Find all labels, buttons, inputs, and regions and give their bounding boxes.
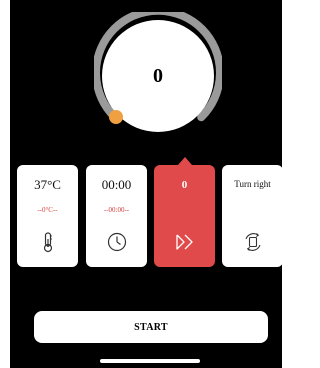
temperature-sub: --0°C-- xyxy=(37,206,58,214)
start-button[interactable]: START xyxy=(34,311,268,343)
speed-value: 0 xyxy=(181,179,188,191)
direction-card[interactable]: Turn right xyxy=(222,165,282,267)
time-card[interactable]: 00:00 --00:00-- xyxy=(86,165,147,267)
thermometer-icon xyxy=(36,230,60,254)
speed-card[interactable]: 0 xyxy=(154,157,215,267)
home-indicator[interactable] xyxy=(100,359,200,363)
clock-icon xyxy=(105,230,129,254)
fast-forward-icon xyxy=(173,230,197,254)
temperature-value: 37°C xyxy=(34,177,61,192)
speed-dial[interactable]: 0 xyxy=(94,12,222,140)
temperature-card[interactable]: 37°C --0°C-- xyxy=(17,165,78,267)
selected-pointer xyxy=(178,157,192,165)
app-screen: 0 37°C --0°C-- 00:00 --00:00-- 0 Turn ri… xyxy=(10,0,282,368)
dial-value: 0 xyxy=(153,64,163,87)
rotate-icon xyxy=(241,230,265,254)
time-sub: --00:00-- xyxy=(103,206,130,214)
time-value: 00:00 xyxy=(101,177,132,192)
direction-value: Turn right xyxy=(234,179,271,189)
